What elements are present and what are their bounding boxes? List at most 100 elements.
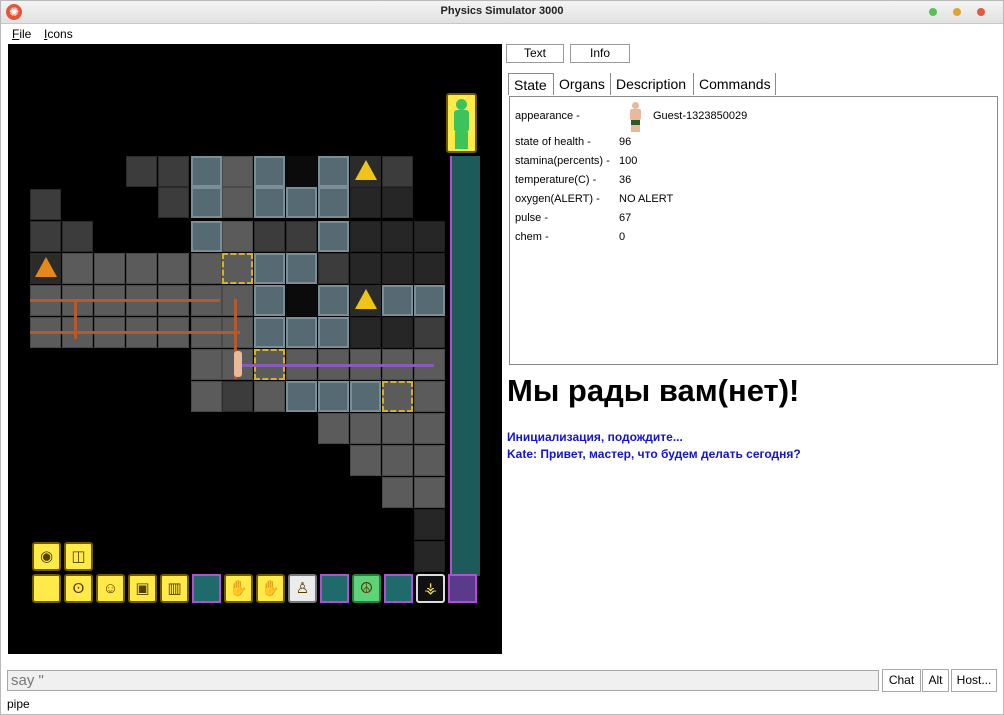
- left-hand-icon[interactable]: ✋: [224, 574, 253, 603]
- peace-intent-icon[interactable]: ☮: [352, 574, 381, 603]
- appearance-label: appearance -: [515, 110, 580, 122]
- say-input[interactable]: [7, 670, 879, 691]
- floor-tile: [350, 413, 381, 444]
- menu-file-label: ile: [19, 27, 32, 41]
- rest-mode-icon[interactable]: ♙: [288, 574, 317, 603]
- floor-tile: [158, 253, 189, 284]
- suit-slot-icon[interactable]: ▥: [160, 574, 189, 603]
- floor-tile: [254, 381, 285, 412]
- oxygen-label: oxygen(ALERT) -: [515, 193, 600, 205]
- wall-tile: [158, 187, 189, 218]
- floor-tile: [222, 156, 253, 187]
- host-button[interactable]: Host...: [951, 669, 997, 692]
- dark-tile: [382, 187, 413, 218]
- hazard-tile: [350, 285, 381, 316]
- tab-description[interactable]: Description: [611, 73, 694, 95]
- storage-slot-icon[interactable]: ◫: [64, 542, 93, 571]
- floor-tile: [222, 187, 253, 218]
- menu-icons[interactable]: Icons: [44, 27, 73, 41]
- chat-message: Инициализация, подождите...: [507, 430, 683, 444]
- glass-tile: [318, 221, 349, 252]
- floor-tile: [191, 381, 222, 412]
- dark-tile: [414, 541, 445, 572]
- alt-button[interactable]: Alt: [922, 669, 949, 692]
- dark-tile: [382, 317, 413, 348]
- glass-tile: [254, 285, 285, 316]
- wall-tile: [30, 189, 61, 220]
- welcome-message: Мы рады вам(нет)!: [507, 373, 800, 408]
- wall-tile: [286, 221, 317, 252]
- wall-tile: [62, 221, 93, 252]
- dark-tile: [414, 221, 445, 252]
- dark-tile: [350, 187, 381, 218]
- mask-slot-icon[interactable]: ☺: [96, 574, 125, 603]
- wall-tile: [318, 253, 349, 284]
- app-window: ✺ Physics Simulator 3000 File Icons ◉ ◫ …: [0, 0, 1004, 715]
- floor-tile: [191, 349, 222, 380]
- temperature-value: 36: [619, 174, 632, 186]
- hazard-tile: [350, 156, 381, 187]
- dark-tile: [350, 317, 381, 348]
- game-viewport[interactable]: ◉ ◫ ʘ ☺ ▣ ▥ ✋ ✋ ♙ ☮ ⚶: [8, 44, 502, 654]
- glass-tile: [286, 317, 317, 348]
- minimize-button[interactable]: [953, 8, 961, 16]
- maximize-button[interactable]: [929, 8, 937, 16]
- glass-tile: [318, 381, 349, 412]
- pipe-segment: [30, 331, 240, 334]
- glass-tile: [286, 253, 317, 284]
- health-value: 96: [619, 136, 632, 148]
- dark-tile: [350, 253, 381, 284]
- text-button[interactable]: Text: [506, 44, 564, 63]
- space-tile: [286, 156, 317, 187]
- chat-button[interactable]: Chat: [882, 669, 921, 692]
- glass-tile: [318, 187, 349, 218]
- glass-tile: [318, 285, 349, 316]
- purple-slot: [448, 574, 477, 603]
- floor-tile: [126, 253, 157, 284]
- doll-torso: [454, 110, 469, 132]
- warning-icon: [355, 289, 377, 309]
- uniform-slot-icon[interactable]: ▣: [128, 574, 157, 603]
- right-hand-icon[interactable]: ✋: [256, 574, 285, 603]
- info-button[interactable]: Info: [570, 44, 630, 63]
- pipe-segment: [74, 299, 77, 339]
- wall-tile: [30, 221, 61, 252]
- glass-tile: [350, 381, 381, 412]
- ear-slot-icon[interactable]: ʘ: [64, 574, 93, 603]
- player-character[interactable]: [234, 351, 242, 377]
- doll-head: [456, 99, 467, 110]
- state-panel: appearance - Guest-1323850029 state of h…: [509, 96, 998, 365]
- floor-tile: [382, 477, 413, 508]
- wall-tile: [222, 381, 253, 412]
- wall-tile: [126, 156, 157, 187]
- glass-tile: [191, 221, 222, 252]
- glass-tile: [382, 285, 413, 316]
- floor-tile: [222, 285, 253, 316]
- chem-value: 0: [619, 231, 626, 243]
- menu-file[interactable]: File: [12, 27, 31, 41]
- empty-slot[interactable]: [32, 574, 61, 603]
- dark-tile: [414, 253, 445, 284]
- dark-slot: [192, 574, 221, 603]
- glass-tile: [414, 285, 445, 316]
- stamina-label: stamina(percents) -: [515, 155, 610, 167]
- door-tile: [382, 381, 413, 412]
- glass-tile: [254, 187, 285, 218]
- back-slot-icon[interactable]: ◉: [32, 542, 61, 571]
- tab-state[interactable]: State: [508, 73, 554, 95]
- floor-tile: [382, 445, 413, 476]
- dark-tile: [414, 509, 445, 540]
- oxygen-value: NO ALERT: [619, 193, 674, 205]
- tab-commands[interactable]: Commands: [694, 73, 776, 95]
- body-target-doll[interactable]: [446, 93, 477, 153]
- run-mode-icon[interactable]: ⚶: [416, 574, 445, 603]
- close-button[interactable]: [977, 8, 985, 16]
- dark-tile: [382, 221, 413, 252]
- floor-tile: [414, 413, 445, 444]
- dark-slot: [384, 574, 413, 603]
- door-tile: [222, 253, 253, 284]
- window-title: Physics Simulator 3000: [440, 5, 564, 17]
- wall-tile: [158, 156, 189, 187]
- pulse-label: pulse -: [515, 212, 549, 224]
- tab-organs[interactable]: Organs: [554, 73, 611, 95]
